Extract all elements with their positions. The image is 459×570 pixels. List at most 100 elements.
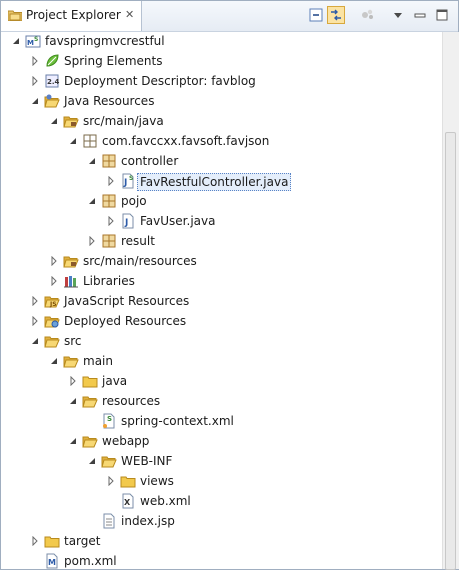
tree-item[interactable]: WEB-INF <box>1 451 442 471</box>
tree-item[interactable]: M Sfavspringmvcrestful <box>1 31 442 51</box>
package-empty-icon <box>82 133 98 149</box>
collapsed-twistie-icon[interactable] <box>30 315 40 327</box>
tree-item-label: favspringmvcrestful <box>45 34 165 48</box>
tab-project-explorer[interactable]: Project Explorer ✕ <box>1 1 142 31</box>
maximize-icon[interactable] <box>433 6 451 24</box>
tree-item[interactable]: J FavUser.java <box>1 211 442 231</box>
svg-text:X: X <box>124 498 131 507</box>
deployed-resources-icon <box>44 313 60 329</box>
collapsed-twistie-icon[interactable] <box>30 295 40 307</box>
tree-item-label: pojo <box>121 194 147 208</box>
expanded-twistie-icon[interactable] <box>68 135 78 145</box>
jsp-file-icon <box>101 513 117 529</box>
tree-item[interactable]: result <box>1 231 442 251</box>
maven-project-icon: MS <box>25 33 41 49</box>
collapsed-twistie-icon[interactable] <box>30 75 40 87</box>
folder-open-icon <box>82 393 98 409</box>
expanded-twistie-icon[interactable] <box>87 155 97 165</box>
svg-text:2.4: 2.4 <box>47 78 60 86</box>
expanded-twistie-icon[interactable] <box>49 355 59 365</box>
expanded-twistie-icon[interactable] <box>30 335 40 345</box>
tree-item-label: Deployed Resources <box>64 314 187 328</box>
expanded-twistie-icon[interactable] <box>87 195 97 205</box>
expanded-twistie-icon[interactable] <box>87 455 97 465</box>
collapsed-twistie-icon[interactable] <box>30 535 40 547</box>
tree-item-label: Deployment Descriptor: favblog <box>64 74 256 88</box>
tree-item[interactable]: src <box>1 331 442 351</box>
java-file-spring-icon: JS <box>120 173 136 189</box>
tree-item[interactable]: src/main/java <box>1 111 442 131</box>
scrollbar-thumb[interactable] <box>445 132 456 570</box>
collapsed-twistie-icon[interactable] <box>106 175 116 187</box>
svg-text:J: J <box>124 218 128 228</box>
tree-item[interactable]: J S FavRestfulController.java <box>1 171 442 191</box>
collapse-all-icon[interactable] <box>307 6 325 24</box>
minimize-icon[interactable] <box>411 6 429 24</box>
view-tab-bar: Project Explorer ✕ <box>1 1 458 32</box>
tree-item[interactable]: java <box>1 371 442 391</box>
package-icon <box>101 193 117 209</box>
svg-text:S: S <box>34 36 38 43</box>
tree-item[interactable]: Sspring-context.xml <box>1 411 442 431</box>
collapsed-twistie-icon[interactable] <box>49 255 59 267</box>
chevron-down-icon[interactable] <box>389 6 407 24</box>
tree-item[interactable]: views <box>1 471 442 491</box>
expanded-twistie-icon[interactable] <box>30 95 40 105</box>
collapsed-twistie-icon[interactable] <box>49 275 59 287</box>
tree-item[interactable]: Spring Elements <box>1 51 442 71</box>
java-file-icon: J <box>120 213 136 229</box>
java-resources-icon <box>44 93 60 109</box>
tree-item[interactable]: target <box>1 531 442 551</box>
tree-item[interactable]: main <box>1 351 442 371</box>
tree-item[interactable]: webapp <box>1 431 442 451</box>
package-icon <box>101 153 117 169</box>
project-explorer-icon <box>7 9 23 22</box>
tree-item[interactable]: com.favccxx.favsoft.favjson <box>1 131 442 151</box>
expanded-twistie-icon[interactable] <box>68 395 78 405</box>
tree-item[interactable]: src/main/resources <box>1 251 442 271</box>
expanded-twistie-icon[interactable] <box>68 435 78 445</box>
tree-item[interactable]: Deployed Resources <box>1 311 442 331</box>
spring-leaf-icon <box>44 53 60 69</box>
expanded-twistie-icon[interactable] <box>49 115 59 125</box>
folder-open-icon <box>44 333 60 349</box>
folder-icon <box>44 533 60 549</box>
tree-item[interactable]: Libraries <box>1 271 442 291</box>
tree-item[interactable]: Mpom.xml <box>1 551 442 569</box>
tree-item-label: src/main/resources <box>83 254 197 268</box>
folder-icon <box>120 473 136 489</box>
link-with-editor-icon[interactable] <box>327 6 345 24</box>
project-tree[interactable]: M Sfavspringmvcrestful Spring Elements 2.4 D… <box>1 31 442 569</box>
xml-file-icon: X <box>120 493 136 509</box>
tree-item[interactable]: 2.4 Deployment Descriptor: favblog <box>1 71 442 91</box>
collapsed-twistie-icon[interactable] <box>106 475 116 487</box>
project-explorer-view: Project Explorer ✕ M Sfavspringmvcrestful… <box>0 0 459 570</box>
tab-title: Project Explorer <box>26 8 121 22</box>
folder-icon <box>82 373 98 389</box>
source-folder-icon <box>63 113 79 129</box>
tree-item[interactable]: controller <box>1 151 442 171</box>
collapsed-twistie-icon[interactable] <box>87 235 97 247</box>
collapsed-twistie-icon[interactable] <box>68 375 78 387</box>
tree-item-label: webapp <box>102 434 150 448</box>
tree-item[interactable]: resources <box>1 391 442 411</box>
tree-item[interactable]: Xweb.xml <box>1 491 442 511</box>
tree-item[interactable]: JS JavaScript Resources <box>1 291 442 311</box>
javascript-resources-icon: JS <box>44 293 60 309</box>
collapsed-twistie-icon[interactable] <box>106 215 116 227</box>
close-icon[interactable]: ✕ <box>125 8 134 21</box>
tree-item-label: com.favccxx.favsoft.favjson <box>102 134 270 148</box>
folder-open-icon <box>82 433 98 449</box>
tree-item[interactable]: Java Resources <box>1 91 442 111</box>
collapsed-twistie-icon[interactable] <box>30 55 40 67</box>
tree-item[interactable]: pojo <box>1 191 442 211</box>
tree-item-label: views <box>140 474 174 488</box>
vertical-scrollbar[interactable] <box>442 32 459 570</box>
view-menu-icon[interactable] <box>359 6 377 24</box>
svg-text:M: M <box>27 39 34 47</box>
expanded-twistie-icon[interactable] <box>11 35 21 45</box>
svg-text:J: J <box>123 178 127 188</box>
tree-item[interactable]: index.jsp <box>1 511 442 531</box>
folder-open-icon <box>63 353 79 369</box>
tree-item-label: pom.xml <box>64 554 117 568</box>
